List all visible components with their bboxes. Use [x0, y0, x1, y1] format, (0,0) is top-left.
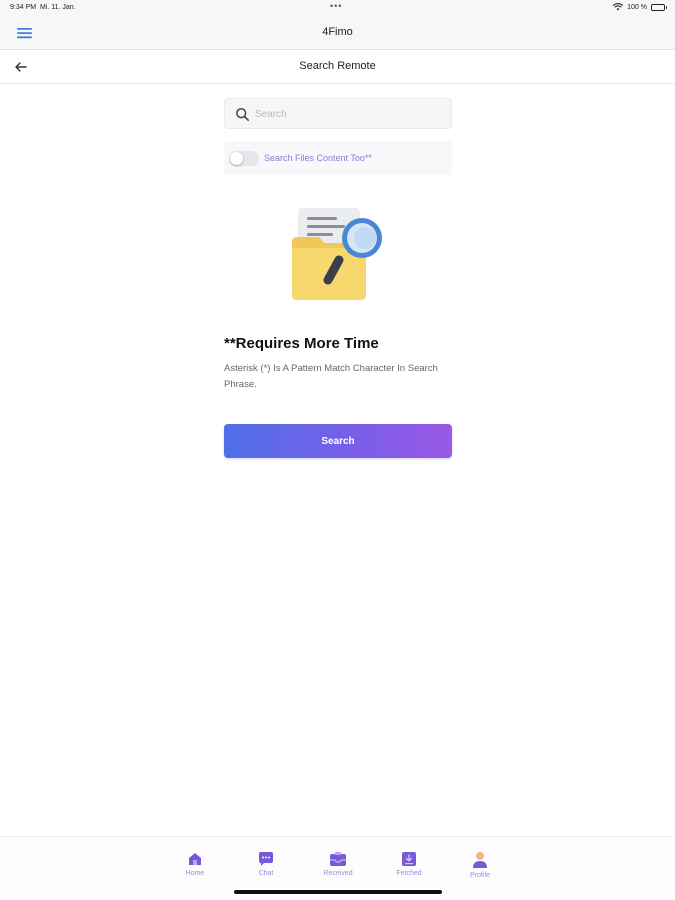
info-heading: **Requires More Time [224, 335, 379, 352]
tab-fetched[interactable]: Fetched [384, 851, 434, 877]
toggle-knob [230, 152, 243, 165]
status-time: 9:34 PM Mi. 11. Jan. [10, 4, 76, 11]
tab-chat[interactable]: Chat [241, 851, 291, 877]
status-bar: 9:34 PM Mi. 11. Jan. ••• 100 % [0, 0, 675, 16]
tab-fetched-label: Fetched [396, 870, 422, 877]
wifi-icon [613, 3, 624, 11]
battery-percent: 100 % [627, 3, 647, 11]
search-button[interactable]: Search [224, 424, 452, 458]
content-search-toggle[interactable] [229, 151, 259, 166]
content-search-option: Search Files Content Too** [224, 141, 452, 175]
tab-home[interactable]: Home [170, 851, 220, 877]
folder-search-illustration [292, 208, 382, 300]
app-bar: 4Fimo [0, 16, 675, 50]
search-icon [236, 108, 249, 121]
tab-profile[interactable]: Profile [455, 851, 505, 879]
tab-received-label: Received [323, 870, 353, 877]
home-icon [189, 853, 201, 865]
app-title: 4Fimo [322, 26, 353, 38]
user-icon [473, 852, 487, 868]
status-indicators: 100 % [613, 3, 667, 11]
tab-profile-label: Profile [470, 872, 490, 879]
tab-received[interactable]: Received [313, 851, 363, 877]
tab-home-label: Home [185, 870, 205, 877]
tab-chat-label: Chat [258, 870, 274, 877]
page-title: Search Remote [299, 60, 376, 72]
home-indicator[interactable] [234, 890, 442, 894]
nav-bar: Search Remote [0, 50, 675, 84]
battery-icon [651, 3, 667, 11]
info-description: Asterisk (*) Is A Pattern Match Characte… [224, 363, 438, 390]
content-search-label: Search Files Content Too** [264, 153, 372, 163]
multitask-dots[interactable]: ••• [330, 2, 342, 11]
chat-icon [259, 852, 273, 866]
search-input[interactable] [255, 104, 445, 124]
status-date: Mi. 11. Jan. [39, 4, 76, 11]
download-icon [402, 852, 416, 866]
search-box[interactable] [224, 98, 452, 129]
inbox-icon [330, 852, 346, 866]
